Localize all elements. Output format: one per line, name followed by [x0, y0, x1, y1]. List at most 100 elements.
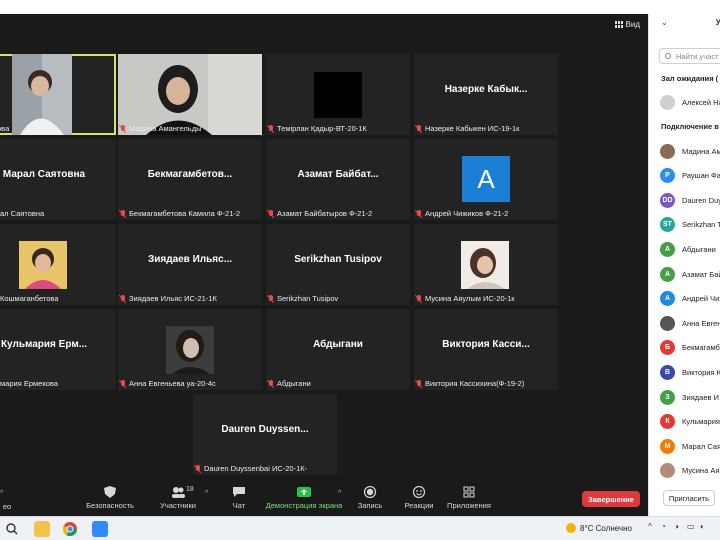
- participant-name: Зиядаев И: [682, 392, 719, 402]
- tile-display-name: Кульмария Ерм...: [0, 339, 88, 350]
- chrome-icon[interactable]: [62, 521, 78, 537]
- muted-mic-icon: [195, 464, 201, 473]
- participant-row[interactable]: М Марал Сая: [660, 438, 720, 454]
- search-input[interactable]: Найти участ: [659, 48, 720, 64]
- participants-count: 18: [186, 486, 194, 493]
- video-tile[interactable]: Мусина Аяулым ИС-20-1к: [414, 224, 558, 305]
- muted-mic-icon: [416, 379, 422, 388]
- video-tile[interactable]: Фатылова: [0, 54, 116, 135]
- avatar: З: [660, 389, 675, 405]
- participant-row[interactable]: Мусина Ая: [660, 463, 719, 479]
- tile-name: Бекмагамбетова Камила Ф-21-2: [120, 209, 240, 218]
- video-button[interactable]: ^ ео: [0, 486, 14, 511]
- language-icon[interactable]: ◐: [700, 522, 708, 532]
- network-icon[interactable]: ◔: [661, 522, 669, 532]
- participant-row[interactable]: Мадина Ам: [660, 143, 720, 159]
- participant-row[interactable]: К Кульмария: [660, 414, 720, 430]
- tile-name: Мусина Аяулым ИС-20-1к: [416, 294, 515, 303]
- avatar: A: [462, 156, 510, 202]
- security-button[interactable]: Безопасность: [82, 486, 138, 510]
- participants-panel: ⌄ У Найти участ Зал ожидания ( Алексей Н…: [648, 14, 720, 516]
- search-icon[interactable]: [4, 521, 20, 537]
- chat-button[interactable]: Чат: [226, 486, 252, 510]
- video-tile[interactable]: Кошмаганбетова: [0, 224, 116, 305]
- video-tile[interactable]: Марал Саятовна ал Саятовна: [0, 139, 116, 220]
- participant-row[interactable]: DD Dauren Duy: [660, 192, 720, 208]
- muted-mic-icon: [268, 209, 274, 218]
- video-tile[interactable]: Мадина Амангельды: [118, 54, 262, 135]
- participants-button[interactable]: Участники 18: [154, 486, 202, 510]
- participant-row[interactable]: В Виктория К: [660, 364, 720, 380]
- video-tile[interactable]: Анна Евгеньева уа-20-4с: [118, 309, 262, 390]
- record-button[interactable]: Запись: [354, 486, 386, 510]
- tile-display-name: Зиядаев Ильяс...: [147, 254, 233, 265]
- participant-row[interactable]: ST Serikzhan T: [660, 217, 720, 233]
- participant-video: [314, 72, 362, 118]
- weather-widget[interactable]: 8°C Солнечно: [566, 523, 632, 533]
- end-meeting-button[interactable]: Завершение: [582, 491, 640, 507]
- avatar: A: [660, 241, 675, 257]
- participant-name: Мадина Ам: [682, 146, 720, 156]
- search-icon: [665, 53, 671, 59]
- participant-row[interactable]: З Зиядаев И: [660, 389, 719, 405]
- muted-mic-icon: [268, 379, 274, 388]
- zoom-app-icon[interactable]: [92, 521, 108, 537]
- avatar: ST: [660, 217, 675, 233]
- file-explorer-icon[interactable]: [34, 521, 50, 537]
- waiting-room-heading: Зал ожидания (: [661, 74, 719, 83]
- view-button[interactable]: Вид: [614, 20, 640, 29]
- video-tile[interactable]: Dauren Duyssen... Dauren Duyssenbai ИС-2…: [193, 394, 337, 475]
- tile-display-name: Азамат Байбат...: [297, 169, 379, 180]
- chevron-up-icon: ^: [0, 490, 4, 497]
- avatar: [660, 315, 675, 331]
- tile-name: Андрей Чижиков Ф-21-2: [416, 209, 508, 218]
- grid-icon: [614, 21, 623, 28]
- muted-mic-icon: [416, 124, 422, 133]
- video-tile[interactable]: Назерке Кабык... Назерке Кабыкен ИС-19-1…: [414, 54, 558, 135]
- video-tile[interactable]: Темірлан Қадыр-ВТ-20-1К: [266, 54, 410, 135]
- participant-video: [118, 54, 262, 135]
- chevron-up-icon[interactable]: ^: [648, 522, 656, 532]
- video-tile[interactable]: Кульмария Ерм... мария Ермекова: [0, 309, 116, 390]
- participant-row[interactable]: A Андрей Чиж: [660, 291, 720, 307]
- reactions-button[interactable]: Реакции: [402, 486, 436, 510]
- participant-row[interactable]: A Азамат Бай: [660, 266, 720, 282]
- share-screen-button[interactable]: Демонстрация экрана: [262, 486, 346, 510]
- system-tray[interactable]: ^ ◔ ◑ ▭ ◐: [648, 522, 708, 532]
- avatar: М: [660, 438, 675, 454]
- tile-name: Фатылова: [0, 124, 10, 133]
- chevron-up-icon[interactable]: ^: [205, 490, 208, 497]
- panel-header: ⌄ У: [661, 18, 720, 27]
- participant-name: Бекмагамб: [682, 343, 720, 353]
- participant-row[interactable]: Анна Евген: [660, 315, 720, 331]
- meeting-toolbar: ^ ео Безопасность Участники 18 ^ Чат Дем…: [0, 482, 648, 516]
- chevron-up-icon[interactable]: ^: [338, 490, 341, 497]
- participant-row[interactable]: P Раушан Фа: [660, 168, 720, 184]
- volume-icon[interactable]: ◑: [674, 522, 682, 532]
- battery-icon[interactable]: ▭: [687, 522, 695, 532]
- video-tile[interactable]: Зиядаев Ильяс... Зиядаев Ильяс ИС-21-1К: [118, 224, 262, 305]
- windows-taskbar: 8°C Солнечно ^ ◔ ◑ ▭ ◐: [0, 516, 720, 540]
- participant-row[interactable]: A Абдыгани: [660, 241, 716, 257]
- participant-name: Serikzhan T: [682, 220, 720, 230]
- chevron-down-icon[interactable]: ⌄: [661, 18, 668, 27]
- muted-mic-icon: [120, 124, 126, 133]
- apps-button[interactable]: Приложения: [446, 486, 492, 510]
- avatar: В: [660, 364, 675, 380]
- video-tile[interactable]: Азамат Байбат... Азамат Байбатыров Ф-21-…: [266, 139, 410, 220]
- video-tile[interactable]: A Андрей Чижиков Ф-21-2: [414, 139, 558, 220]
- participant-row[interactable]: Б Бекмагамб: [660, 340, 720, 356]
- tile-name: Темірлан Қадыр-ВТ-20-1К: [268, 124, 367, 133]
- tile-name: Абдыгани: [268, 379, 311, 388]
- muted-mic-icon: [416, 294, 422, 303]
- video-tile[interactable]: Бекмагамбетов... Бекмагамбетова Камила Ф…: [118, 139, 262, 220]
- video-tile[interactable]: Serikzhan Tusipov Serikzhan Tusipov: [266, 224, 410, 305]
- video-tile[interactable]: Абдыгани Абдыгани: [266, 309, 410, 390]
- avatar: DD: [660, 192, 675, 208]
- waiting-participant[interactable]: Алексей На: [660, 94, 720, 110]
- avatar: A: [660, 291, 675, 307]
- tile-name: Мадина Амангельды: [120, 124, 201, 133]
- participant-name: Кульмария: [682, 417, 720, 427]
- video-tile[interactable]: Виктория Касси... Виктория Кассихина(Ф-1…: [414, 309, 558, 390]
- invite-button[interactable]: Пригласить: [663, 490, 715, 506]
